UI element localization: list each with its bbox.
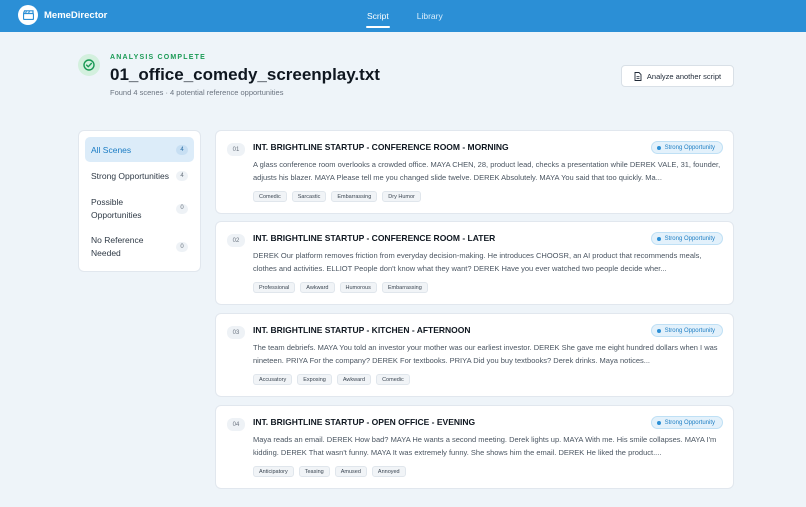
- tone-tag: Accusatory: [253, 374, 293, 385]
- filter-count: 4: [176, 170, 188, 181]
- status-dot-icon: [656, 328, 661, 333]
- tone-tags: Professional Awkward Humorous Embarrassi…: [253, 282, 433, 293]
- filter-all-scenes[interactable]: All Scenes 4: [85, 137, 194, 162]
- page-title: 01_office_comedy_screenplay.txt: [110, 65, 380, 84]
- scene-excerpt: A glass conference room overlooks a crow…: [253, 160, 721, 182]
- filter-count: 0: [176, 242, 188, 252]
- scene-heading: INT. BRIGHTLINE STARTUP - OPEN OFFICE - …: [253, 417, 476, 427]
- filter-possible-opportunities[interactable]: Possible Opportunities 0: [85, 189, 194, 228]
- scene-excerpt: DEREK Our platform removes friction from…: [253, 251, 702, 273]
- scene-card[interactable]: 03 INT. BRIGHTLINE STARTUP - KITCHEN - A…: [215, 313, 734, 397]
- badge-label: Strong Opportunity: [664, 327, 715, 334]
- check-circle-icon: [78, 54, 100, 76]
- tone-tags: Anticipatory Teasing Amused Annoyed: [253, 466, 411, 477]
- filter-label: Possible Opportunities: [91, 196, 142, 220]
- tone-tag: Awkward: [336, 374, 372, 385]
- scene-heading: INT. BRIGHTLINE STARTUP - CONFERENCE ROO…: [253, 233, 496, 243]
- tone-tag: Dry Humor: [382, 191, 421, 202]
- scene-filter-sidebar: All Scenes 4 Strong Opportunities 4 Poss…: [78, 130, 201, 272]
- opportunity-badge: Strong Opportunity: [650, 416, 723, 429]
- tone-tag: Embarrassing: [331, 191, 378, 202]
- tone-tag: Comedic: [253, 191, 287, 202]
- analyze-another-script-button[interactable]: Analyze another script: [621, 65, 734, 87]
- app-name: MemeDirector: [44, 9, 108, 21]
- filter-count: 4: [176, 144, 188, 155]
- tone-tag: Awkward: [300, 282, 335, 293]
- analysis-status: ANALYSIS COMPLETE: [110, 54, 206, 61]
- top-bar: MemeDirector Script Library: [0, 0, 806, 32]
- tone-tag: Teasing: [298, 466, 330, 477]
- filter-label: Strong Opportunities: [91, 170, 169, 181]
- main-nav: Script Library: [366, 0, 470, 32]
- scene-number: 04: [227, 418, 245, 431]
- scene-excerpt: Maya reads an email. DEREK How bad? MAYA…: [253, 435, 717, 457]
- scene-card[interactable]: 02 INT. BRIGHTLINE STARTUP - CONFERENCE …: [215, 221, 734, 305]
- scene-number: 01: [227, 143, 245, 156]
- filter-label: No Reference Needed: [91, 235, 144, 258]
- tone-tags: Accusatory Exposing Awkward Comedic: [253, 374, 415, 385]
- clapperboard-icon: [18, 5, 38, 25]
- tone-tag: Amused: [334, 466, 367, 477]
- tab-script[interactable]: Script: [366, 0, 390, 32]
- tone-tags: Comedic Sarcastic Embarrassing Dry Humor: [253, 191, 426, 202]
- tone-tag: Exposing: [297, 374, 332, 385]
- brand[interactable]: MemeDirector: [18, 5, 107, 25]
- tone-tag: Sarcastic: [291, 191, 327, 202]
- badge-label: Strong Opportunity: [664, 235, 715, 242]
- scene-number: 03: [227, 326, 245, 339]
- scene-card[interactable]: 01 INT. BRIGHTLINE STARTUP - CONFERENCE …: [215, 130, 734, 214]
- badge-label: Strong Opportunity: [664, 144, 715, 151]
- tone-tag: Embarrassing: [381, 282, 428, 293]
- badge-label: Strong Opportunity: [664, 419, 715, 426]
- filter-label: All Scenes: [91, 144, 132, 155]
- analyze-button-label: Analyze another script: [646, 71, 722, 81]
- page-subtitle: Found 4 scenes · 4 potential reference o…: [110, 88, 284, 97]
- opportunity-badge: Strong Opportunity: [650, 141, 723, 154]
- opportunity-badge: Strong Opportunity: [650, 324, 723, 337]
- scene-number: 02: [227, 234, 245, 247]
- tone-tag: Anticipatory: [253, 466, 294, 477]
- filter-strong-opportunities[interactable]: Strong Opportunities 4: [85, 162, 194, 189]
- scene-heading: INT. BRIGHTLINE STARTUP - KITCHEN - AFTE…: [253, 325, 471, 335]
- status-dot-icon: [656, 145, 661, 150]
- document-icon: [634, 71, 642, 81]
- status-dot-icon: [656, 420, 661, 425]
- filter-count: 0: [176, 203, 188, 214]
- scene-card[interactable]: 04 INT. BRIGHTLINE STARTUP - OPEN OFFICE…: [215, 405, 734, 489]
- tone-tag: Annoyed: [371, 466, 406, 477]
- status-dot-icon: [656, 236, 661, 241]
- opportunity-badge: Strong Opportunity: [650, 232, 723, 245]
- tone-tag: Professional: [253, 282, 296, 293]
- tone-tag: Humorous: [339, 282, 377, 293]
- scene-excerpt: The team debriefs. MAYA You told an inve…: [253, 343, 718, 365]
- tone-tag: Comedic: [376, 374, 410, 385]
- tab-library[interactable]: Library: [416, 0, 444, 32]
- filter-no-reference-needed[interactable]: No Reference Needed 0: [85, 228, 194, 266]
- scene-heading: INT. BRIGHTLINE STARTUP - CONFERENCE ROO…: [253, 142, 509, 152]
